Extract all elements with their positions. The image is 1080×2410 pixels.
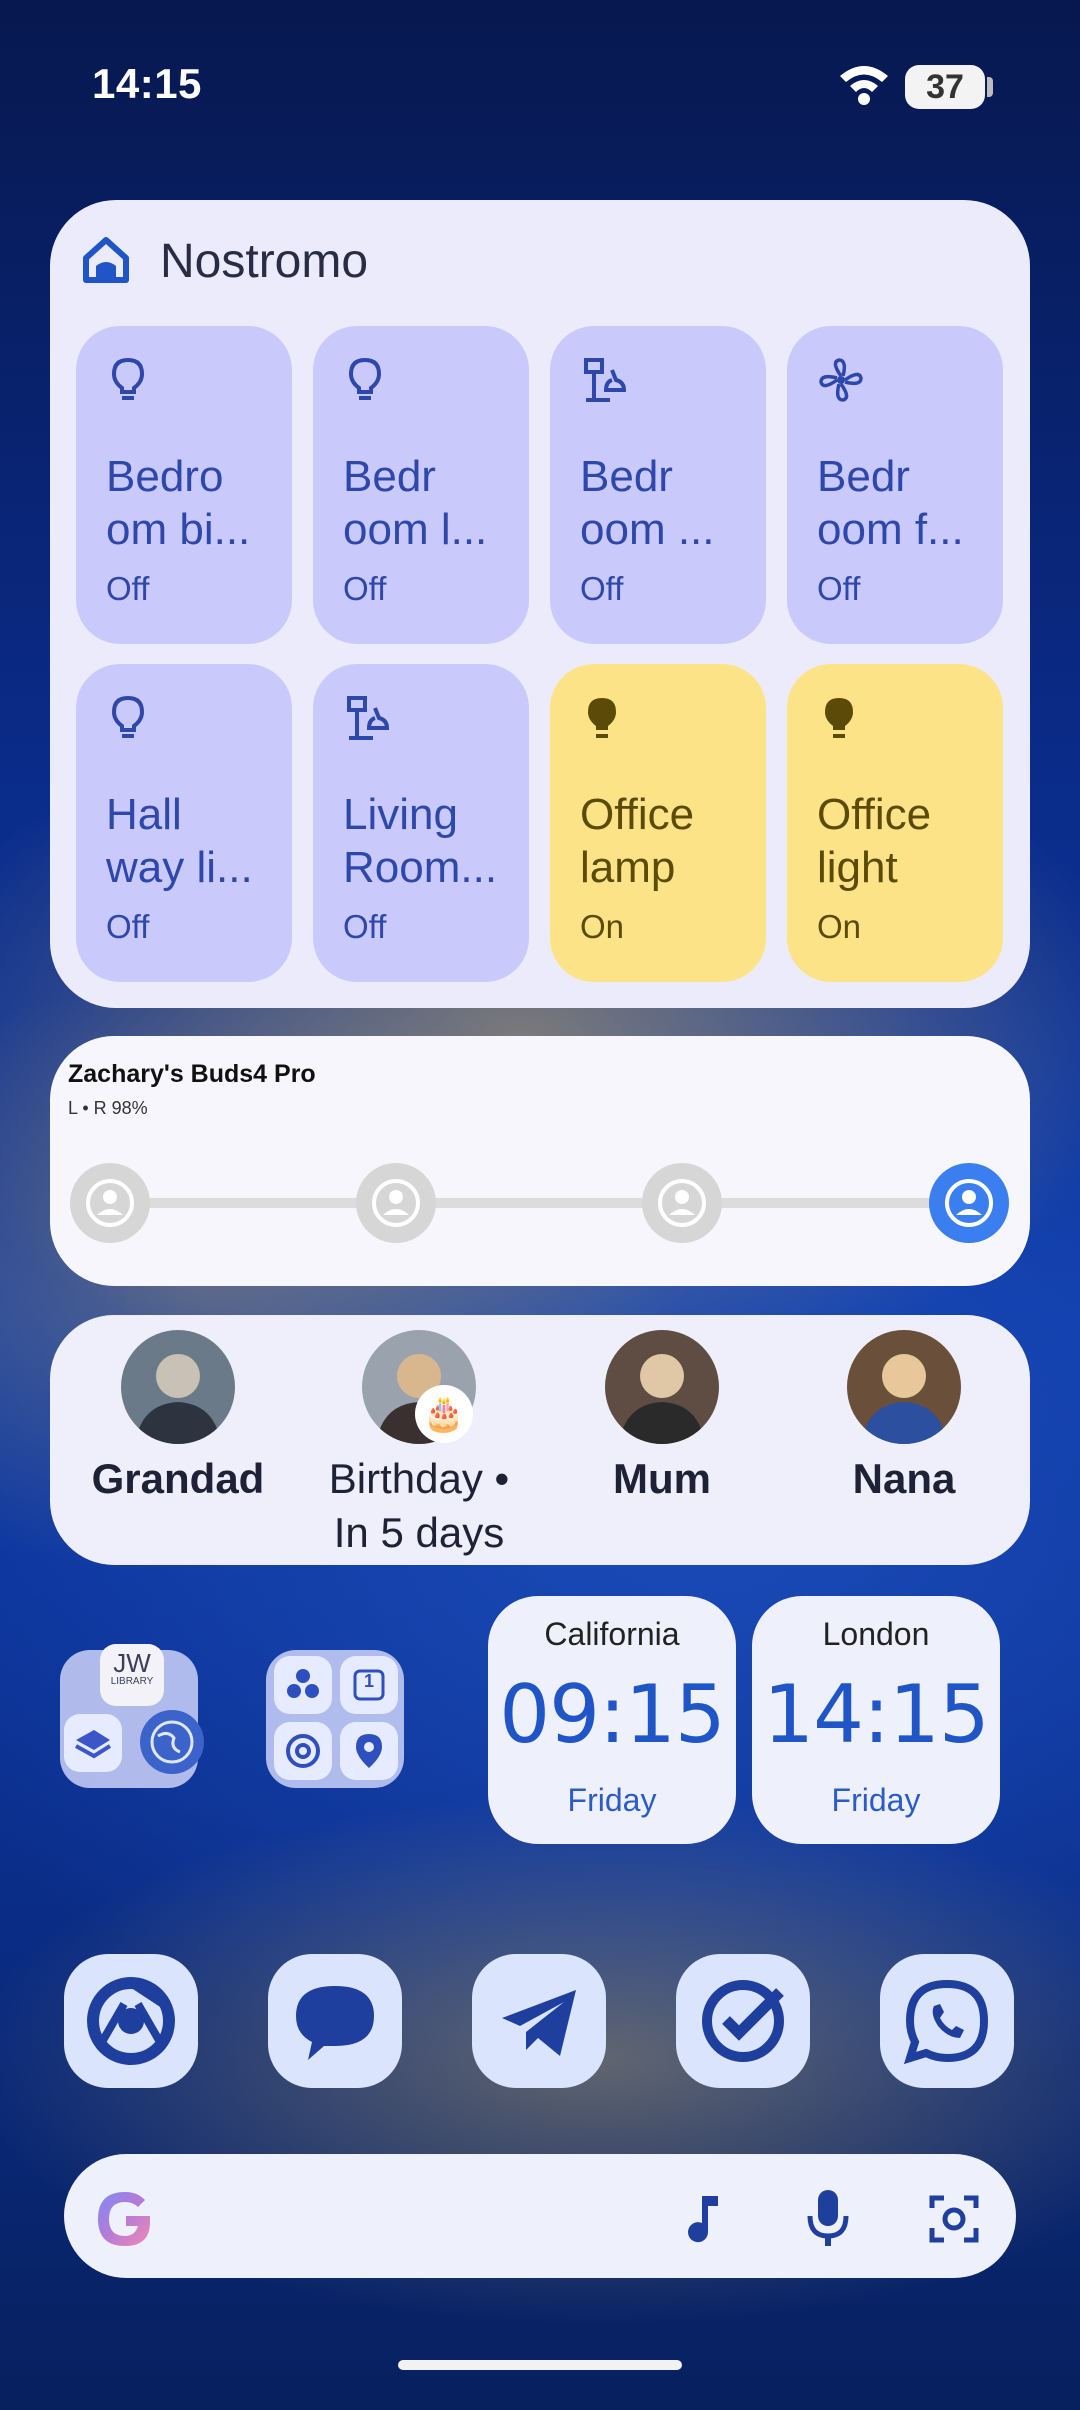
lightbulb-icon — [106, 694, 150, 744]
device-tile[interactable]: Office light On — [787, 664, 1003, 982]
device-state: Off — [343, 908, 387, 945]
jw-label: JW — [113, 1648, 151, 1678]
contact-avatar[interactable] — [121, 1330, 235, 1444]
clock-day: Friday — [567, 1782, 657, 1818]
telegram-icon[interactable] — [472, 1954, 606, 2088]
contact-name: Mum — [613, 1455, 711, 1502]
clock-time: 14:15 — [763, 1668, 990, 1761]
maps-app-icon[interactable] — [340, 1722, 398, 1780]
clock-time: 09:15 — [499, 1668, 726, 1761]
device-tile[interactable]: Bedro om bi... Off — [76, 326, 292, 644]
wifi-icon — [840, 66, 888, 105]
device-name: Bedro om bi... — [106, 452, 251, 554]
noise-cancel-off-icon[interactable] — [70, 1163, 150, 1243]
whatsapp-icon[interactable] — [880, 1954, 1014, 2088]
device-tile[interactable]: Bedr oom f... Off — [787, 326, 1003, 644]
device-state: Off — [106, 908, 150, 945]
music-search-icon[interactable] — [680, 2190, 726, 2246]
three-dots-app-icon[interactable] — [274, 1656, 332, 1714]
buds-battery: L • R 98% — [68, 1098, 148, 1118]
device-tile[interactable]: Bedr oom l... Off — [313, 326, 529, 644]
device-name: Hall way li... — [106, 790, 253, 892]
layers-app-icon[interactable] — [64, 1714, 122, 1772]
ambient-sound-icon[interactable] — [356, 1163, 436, 1243]
device-name: Office lamp — [580, 790, 695, 892]
device-state: Off — [106, 570, 150, 607]
microphone-icon[interactable] — [806, 2186, 850, 2250]
device-tile[interactable]: Hall way li... Off — [76, 664, 292, 982]
device-name: Office light — [817, 790, 932, 892]
adaptive-icon[interactable] — [642, 1163, 722, 1243]
jw-sublabel: LIBRARY — [110, 1676, 154, 1687]
device-tile[interactable]: Office lamp On — [550, 664, 766, 982]
device-state: On — [817, 908, 862, 945]
contact-name: Grandad — [91, 1455, 265, 1502]
clock-city: London — [822, 1616, 930, 1652]
lightbulb-icon — [343, 356, 387, 406]
clock-city: California — [544, 1616, 680, 1652]
device-tile[interactable]: Bedr oom ... Off — [550, 326, 766, 644]
contact-name: Birthday • In 5 days — [328, 1455, 510, 1556]
battery-tip — [987, 77, 993, 97]
buds-title: Zachary's Buds4 Pro — [68, 1060, 316, 1088]
google-logo-icon[interactable] — [92, 2186, 158, 2252]
device-state: Off — [343, 570, 387, 607]
aperture-app-icon[interactable] — [274, 1722, 332, 1780]
fan-icon — [817, 356, 863, 406]
device-name: Bedr oom l... — [343, 452, 488, 554]
contact-name: Nana — [852, 1455, 956, 1502]
contact-avatar[interactable] — [605, 1330, 719, 1444]
calendar-number: 1 — [363, 1671, 374, 1691]
contact-avatar[interactable] — [847, 1330, 961, 1444]
google-home-icon — [83, 237, 129, 283]
chrome-icon[interactable] — [64, 1954, 198, 2088]
device-name: Bedr oom f... — [817, 452, 964, 554]
lightbulb-icon — [106, 356, 150, 406]
home-title: Nostromo — [160, 235, 369, 288]
messages-icon[interactable] — [268, 1954, 402, 2088]
battery-level: 37 — [926, 68, 964, 106]
birthday-cake-icon: 🎂 — [415, 1385, 473, 1443]
lightbulb-filled-icon — [580, 694, 624, 744]
device-state: Off — [580, 570, 624, 607]
search-bar[interactable] — [64, 2154, 1016, 2278]
device-name: Living Room... — [343, 790, 498, 892]
gesture-nav-bar[interactable] — [398, 2360, 682, 2370]
noise-cancel-icon[interactable] — [929, 1163, 1009, 1243]
lamp-icon — [580, 356, 627, 406]
device-tile[interactable]: Living Room... Off — [313, 664, 529, 982]
globe-app-icon[interactable] — [140, 1710, 204, 1774]
lightbulb-filled-icon — [817, 694, 861, 744]
lens-camera-icon[interactable] — [928, 2192, 980, 2244]
device-state: Off — [817, 570, 861, 607]
mode-track — [108, 1198, 968, 1208]
status-time: 14:15 — [92, 60, 202, 107]
tasks-icon[interactable] — [676, 1954, 810, 2088]
device-state: On — [580, 908, 625, 945]
lamp-icon — [343, 694, 390, 744]
device-name: Bedr oom ... — [580, 452, 715, 554]
clock-day: Friday — [831, 1782, 921, 1818]
